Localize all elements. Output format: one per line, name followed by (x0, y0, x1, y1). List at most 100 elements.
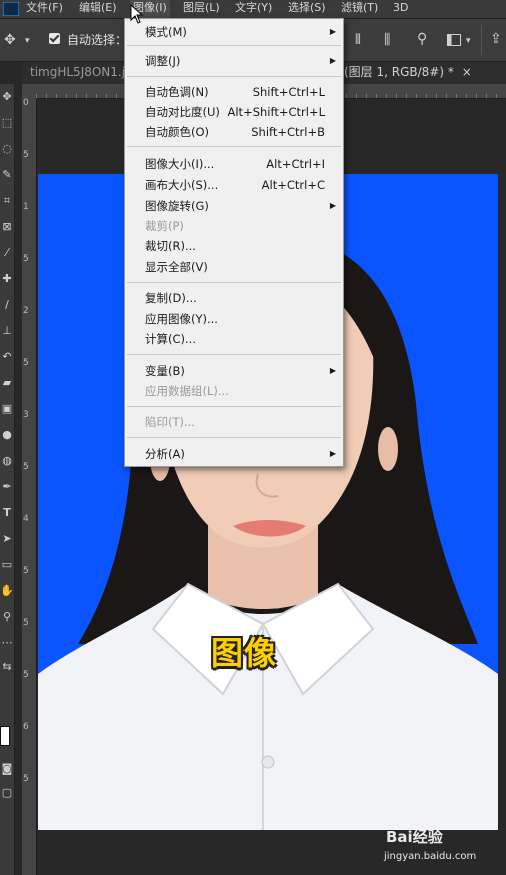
search-icon[interactable]: ⚲ (417, 32, 427, 46)
tools-panel: ✥ ⬚ ◌ ✎ ⌗ ⊠ ⁄ ✚ ∕ ⊥ ↶ ▰ ▣ ● ◍ ✒ T ➤ ▭ ✋ … (0, 84, 15, 875)
menu-item-label: 应用数据组(L)... (145, 384, 229, 398)
ruler-label: 0 (23, 98, 29, 108)
marquee-tool-icon[interactable]: ⬚ (0, 114, 14, 132)
ps-logo-icon (3, 2, 19, 16)
submenu-arrow-icon: ▶ (329, 27, 336, 36)
menu-item-duplicate[interactable]: 复制(D)... (125, 288, 343, 308)
swap-colors-icon[interactable]: ⇆ (0, 658, 14, 676)
menu-item-label: 分析(A) (145, 447, 185, 461)
menu-item-auto-tone[interactable]: 自动色调(N) Shift+Ctrl+L (125, 82, 343, 102)
ruler-label: 2 (23, 306, 29, 316)
menu-item-label: 计算(C)... (145, 332, 196, 346)
menu-item-trap: 陷印(T)... (125, 412, 343, 432)
eraser-tool-icon[interactable]: ▰ (0, 374, 14, 392)
menu-item-adjustments[interactable]: 调整(J) ▶ (125, 51, 343, 71)
quick-select-tool-icon[interactable]: ✎ (0, 166, 14, 184)
workspace-chevron-icon[interactable]: ▾ (466, 34, 471, 48)
menu-item-canvas-size[interactable]: 画布大小(S)... Alt+Ctrl+C (125, 175, 343, 195)
document-tab[interactable]: timgHL5J8ON1.jp (22, 62, 133, 84)
menu-item-label: 自动色调(N) (145, 85, 209, 99)
menu-type[interactable]: 文字(Y) (235, 0, 272, 18)
close-icon[interactable]: × (458, 65, 472, 79)
menu-item-reveal-all[interactable]: 显示全部(V) (125, 257, 343, 277)
menu-filter[interactable]: 滤镜(T) (341, 0, 378, 18)
menu-item-auto-color[interactable]: 自动颜色(O) Shift+Ctrl+B (125, 122, 343, 142)
gradient-tool-icon[interactable]: ▣ (0, 400, 14, 418)
ruler-label: 5 (23, 358, 29, 368)
menu-separator (127, 437, 341, 438)
menu-bar: 文件(F) 编辑(E) 图像(I) 图层(L) 文字(Y) 选择(S) 滤镜(T… (0, 0, 506, 19)
submenu-arrow-icon: ▶ (329, 449, 336, 458)
menu-item-crop: 裁剪(P) (125, 216, 343, 236)
align-icon[interactable]: ⫴ (355, 33, 361, 47)
ruler-label: 5 (23, 774, 29, 784)
menu-item-label: 变量(B) (145, 364, 185, 378)
share-icon[interactable]: ⇪ (490, 32, 502, 46)
lasso-tool-icon[interactable]: ◌ (0, 140, 14, 158)
menu-item-label: 应用图像(Y)... (145, 312, 218, 326)
menu-item-image-size[interactable]: 图像大小(I)... Alt+Ctrl+I (125, 154, 343, 174)
foreground-color-swatch[interactable] (0, 726, 10, 746)
image-menu-dropdown: 模式(M) ▶ 调整(J) ▶ 自动色调(N) Shift+Ctrl+L 自动对比度(… (124, 18, 344, 467)
menu-item-apply-image[interactable]: 应用图像(Y)... (125, 309, 343, 329)
menu-separator (127, 282, 341, 283)
clone-stamp-tool-icon[interactable]: ⊥ (0, 322, 14, 340)
healing-brush-tool-icon[interactable]: ✚ (0, 270, 14, 288)
pen-tool-icon[interactable]: ✒ (0, 478, 14, 496)
ruler-label: 5 (23, 462, 29, 472)
menu-item-apply-data-set: 应用数据组(L)... (125, 381, 343, 401)
ruler-label: 5 (23, 254, 29, 264)
menu-item-analysis[interactable]: 分析(A) ▶ (125, 444, 343, 464)
menu-item-shortcut: Alt+Ctrl+I (266, 157, 325, 171)
menu-item-calculations[interactable]: 计算(C)... (125, 329, 343, 349)
menu-item-image-rotation[interactable]: 图像旋转(G) ▶ (125, 196, 343, 216)
auto-select-checkbox[interactable] (49, 33, 60, 44)
menu-select[interactable]: 选择(S) (288, 0, 326, 18)
menu-layer[interactable]: 图层(L) (183, 0, 220, 18)
menu-item-auto-contrast[interactable]: 自动对比度(U) Alt+Shift+Ctrl+L (125, 102, 343, 122)
menu-item-label: 复制(D)... (145, 291, 197, 305)
ruler-label: 5 (23, 566, 29, 576)
ruler-label: 1 (23, 202, 29, 212)
ruler-label: 5 (23, 618, 29, 628)
blur-tool-icon[interactable]: ● (0, 426, 14, 444)
eyedropper-tool-icon[interactable]: ⁄ (0, 244, 14, 262)
menu-item-label: 裁切(R)... (145, 239, 196, 253)
history-brush-tool-icon[interactable]: ↶ (0, 348, 14, 366)
type-tool-icon[interactable]: T (0, 504, 14, 522)
menu-item-variables[interactable]: 变量(B) ▶ (125, 361, 343, 381)
divider (481, 25, 482, 55)
frame-tool-icon[interactable]: ⊠ (0, 218, 14, 236)
screen-mode-icon[interactable]: ▢ (0, 784, 14, 802)
menu-item-label: 自动颜色(O) (145, 125, 210, 139)
ruler-corner (22, 84, 36, 98)
brush-tool-icon[interactable]: ∕ (0, 296, 14, 314)
menu-item-trim[interactable]: 裁切(R)... (125, 236, 343, 256)
menu-item-mode[interactable]: 模式(M) ▶ (125, 22, 343, 42)
path-selection-tool-icon[interactable]: ➤ (0, 530, 14, 548)
menu-edit[interactable]: 编辑(E) (79, 0, 117, 18)
dodge-tool-icon[interactable]: ◍ (0, 452, 14, 470)
crop-tool-icon[interactable]: ⌗ (0, 192, 14, 210)
quick-mask-icon[interactable]: ◙ (0, 760, 14, 778)
menu-separator (127, 146, 341, 147)
menu-file[interactable]: 文件(F) (26, 0, 63, 18)
menu-3d[interactable]: 3D (393, 0, 408, 18)
distribute-icon[interactable]: ⫼ (384, 33, 390, 47)
submenu-arrow-icon: ▶ (329, 201, 336, 210)
document-tab-title[interactable]: (图层 1, RGB/8#) * × (344, 62, 472, 84)
ruler-label: 5 (23, 150, 29, 160)
chevron-down-icon[interactable]: ▾ (25, 34, 30, 48)
menu-item-shortcut: Shift+Ctrl+B (251, 125, 325, 139)
hand-tool-icon[interactable]: ✋ (0, 582, 14, 600)
video-caption: 图像 (211, 634, 278, 672)
menu-item-label: 图像旋转(G) (145, 199, 209, 213)
zoom-tool-icon[interactable]: ⚲ (0, 608, 14, 626)
menu-item-label: 裁剪(P) (145, 219, 184, 233)
move-tool-icon[interactable]: ✥ (4, 33, 16, 47)
rectangle-tool-icon[interactable]: ▭ (0, 556, 14, 574)
move-tool-icon[interactable]: ✥ (0, 88, 14, 106)
workspace-icon[interactable] (447, 34, 461, 46)
auto-select-label: 自动选择： (67, 33, 128, 47)
more-tools-icon[interactable]: ⋯ (0, 634, 14, 652)
